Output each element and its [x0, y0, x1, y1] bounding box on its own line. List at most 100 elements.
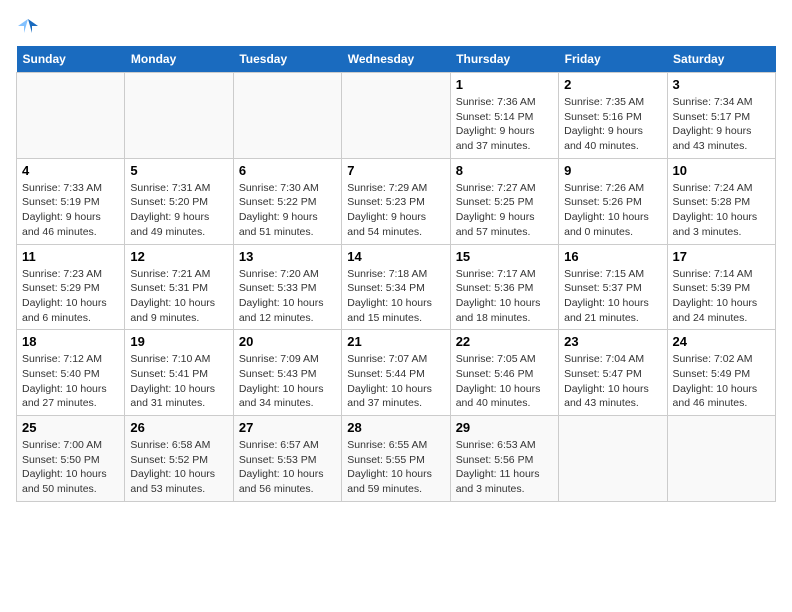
day-number: 3 [673, 77, 770, 92]
day-header-wednesday: Wednesday [342, 46, 450, 73]
page-header [16, 16, 776, 36]
calendar-cell: 24 Sunrise: 7:02 AMSunset: 5:49 PMDayligh… [667, 330, 775, 416]
day-info: Sunrise: 7:07 AMSunset: 5:44 PMDaylight:… [347, 352, 444, 411]
day-header-monday: Monday [125, 46, 233, 73]
day-number: 26 [130, 420, 227, 435]
day-info: Sunrise: 7:00 AMSunset: 5:50 PMDaylight:… [22, 438, 119, 497]
day-number: 13 [239, 249, 336, 264]
calendar-cell: 16 Sunrise: 7:15 AMSunset: 5:37 PMDayligh… [559, 244, 667, 330]
calendar-cell [125, 73, 233, 159]
day-number: 23 [564, 334, 661, 349]
calendar-table: SundayMondayTuesdayWednesdayThursdayFrid… [16, 46, 776, 502]
day-number: 24 [673, 334, 770, 349]
day-info: Sunrise: 7:14 AMSunset: 5:39 PMDaylight:… [673, 267, 770, 326]
day-info: Sunrise: 7:33 AMSunset: 5:19 PMDaylight:… [22, 181, 119, 240]
day-info: Sunrise: 6:53 AMSunset: 5:56 PMDaylight:… [456, 438, 553, 497]
day-info: Sunrise: 7:15 AMSunset: 5:37 PMDaylight:… [564, 267, 661, 326]
day-info: Sunrise: 7:36 AMSunset: 5:14 PMDaylight:… [456, 95, 553, 154]
day-info: Sunrise: 7:34 AMSunset: 5:17 PMDaylight:… [673, 95, 770, 154]
day-info: Sunrise: 7:29 AMSunset: 5:23 PMDaylight:… [347, 181, 444, 240]
day-info: Sunrise: 7:02 AMSunset: 5:49 PMDaylight:… [673, 352, 770, 411]
day-info: Sunrise: 7:09 AMSunset: 5:43 PMDaylight:… [239, 352, 336, 411]
day-number: 1 [456, 77, 553, 92]
calendar-week-row: 4 Sunrise: 7:33 AMSunset: 5:19 PMDaylight… [17, 158, 776, 244]
day-header-friday: Friday [559, 46, 667, 73]
day-number: 28 [347, 420, 444, 435]
calendar-cell: 28Sunrise: 6:55 AMSunset: 5:55 PMDayligh… [342, 416, 450, 502]
day-number: 10 [673, 163, 770, 178]
calendar-cell: 14Sunrise: 7:18 AMSunset: 5:34 PMDayligh… [342, 244, 450, 330]
day-info: Sunrise: 6:57 AMSunset: 5:53 PMDaylight:… [239, 438, 336, 497]
calendar-header-row: SundayMondayTuesdayWednesdayThursdayFrid… [17, 46, 776, 73]
calendar-week-row: 25 Sunrise: 7:00 AMSunset: 5:50 PMDayligh… [17, 416, 776, 502]
calendar-cell: 18 Sunrise: 7:12 AMSunset: 5:40 PMDayligh… [17, 330, 125, 416]
day-info: Sunrise: 7:21 AMSunset: 5:31 PMDaylight:… [130, 267, 227, 326]
calendar-cell: 7 Sunrise: 7:29 AMSunset: 5:23 PMDaylight… [342, 158, 450, 244]
calendar-cell: 20Sunrise: 7:09 AMSunset: 5:43 PMDayligh… [233, 330, 341, 416]
calendar-week-row: 18 Sunrise: 7:12 AMSunset: 5:40 PMDayligh… [17, 330, 776, 416]
day-info: Sunrise: 7:04 AMSunset: 5:47 PMDaylight:… [564, 352, 661, 411]
day-header-sunday: Sunday [17, 46, 125, 73]
day-number: 14 [347, 249, 444, 264]
calendar-cell: 4 Sunrise: 7:33 AMSunset: 5:19 PMDaylight… [17, 158, 125, 244]
calendar-cell: 23 Sunrise: 7:04 AMSunset: 5:47 PMDayligh… [559, 330, 667, 416]
day-header-tuesday: Tuesday [233, 46, 341, 73]
day-info: Sunrise: 7:12 AMSunset: 5:40 PMDaylight:… [22, 352, 119, 411]
calendar-cell: 13 Sunrise: 7:20 AMSunset: 5:33 PMDayligh… [233, 244, 341, 330]
day-info: Sunrise: 7:17 AMSunset: 5:36 PMDaylight:… [456, 267, 553, 326]
day-number: 5 [130, 163, 227, 178]
calendar-cell: 21 Sunrise: 7:07 AMSunset: 5:44 PMDayligh… [342, 330, 450, 416]
day-info: Sunrise: 6:58 AMSunset: 5:52 PMDaylight:… [130, 438, 227, 497]
day-number: 16 [564, 249, 661, 264]
calendar-cell: 17 Sunrise: 7:14 AMSunset: 5:39 PMDayligh… [667, 244, 775, 330]
calendar-cell: 22 Sunrise: 7:05 AMSunset: 5:46 PMDayligh… [450, 330, 558, 416]
calendar-cell: 29 Sunrise: 6:53 AMSunset: 5:56 PMDayligh… [450, 416, 558, 502]
day-number: 27 [239, 420, 336, 435]
day-number: 18 [22, 334, 119, 349]
day-info: Sunrise: 7:24 AMSunset: 5:28 PMDaylight:… [673, 181, 770, 240]
calendar-cell: 15 Sunrise: 7:17 AMSunset: 5:36 PMDayligh… [450, 244, 558, 330]
calendar-cell [17, 73, 125, 159]
day-number: 15 [456, 249, 553, 264]
calendar-cell: 6Sunrise: 7:30 AMSunset: 5:22 PMDaylight… [233, 158, 341, 244]
day-number: 17 [673, 249, 770, 264]
calendar-cell: 1 Sunrise: 7:36 AMSunset: 5:14 PMDaylight… [450, 73, 558, 159]
day-number: 8 [456, 163, 553, 178]
calendar-cell [559, 416, 667, 502]
day-number: 22 [456, 334, 553, 349]
calendar-cell: 27 Sunrise: 6:57 AMSunset: 5:53 PMDayligh… [233, 416, 341, 502]
calendar-cell: 19 Sunrise: 7:10 AMSunset: 5:41 PMDayligh… [125, 330, 233, 416]
calendar-cell: 26 Sunrise: 6:58 AMSunset: 5:52 PMDayligh… [125, 416, 233, 502]
calendar-cell: 12 Sunrise: 7:21 AMSunset: 5:31 PMDayligh… [125, 244, 233, 330]
logo [16, 16, 38, 36]
day-number: 2 [564, 77, 661, 92]
day-info: Sunrise: 7:31 AMSunset: 5:20 PMDaylight:… [130, 181, 227, 240]
calendar-cell [342, 73, 450, 159]
day-number: 29 [456, 420, 553, 435]
day-number: 12 [130, 249, 227, 264]
day-number: 4 [22, 163, 119, 178]
day-header-saturday: Saturday [667, 46, 775, 73]
calendar-cell: 5 Sunrise: 7:31 AMSunset: 5:20 PMDaylight… [125, 158, 233, 244]
day-number: 21 [347, 334, 444, 349]
calendar-week-row: 11Sunrise: 7:23 AMSunset: 5:29 PMDayligh… [17, 244, 776, 330]
calendar-cell: 10 Sunrise: 7:24 AMSunset: 5:28 PMDayligh… [667, 158, 775, 244]
day-info: Sunrise: 7:26 AMSunset: 5:26 PMDaylight:… [564, 181, 661, 240]
day-info: Sunrise: 7:20 AMSunset: 5:33 PMDaylight:… [239, 267, 336, 326]
day-number: 25 [22, 420, 119, 435]
day-number: 7 [347, 163, 444, 178]
day-number: 6 [239, 163, 336, 178]
day-info: Sunrise: 7:10 AMSunset: 5:41 PMDaylight:… [130, 352, 227, 411]
day-number: 9 [564, 163, 661, 178]
day-info: Sunrise: 7:05 AMSunset: 5:46 PMDaylight:… [456, 352, 553, 411]
calendar-cell [667, 416, 775, 502]
calendar-cell: 9 Sunrise: 7:26 AMSunset: 5:26 PMDaylight… [559, 158, 667, 244]
logo-bird-icon [18, 16, 38, 36]
calendar-cell: 3 Sunrise: 7:34 AMSunset: 5:17 PMDaylight… [667, 73, 775, 159]
day-info: Sunrise: 7:23 AMSunset: 5:29 PMDaylight:… [22, 267, 119, 326]
calendar-cell: 8 Sunrise: 7:27 AMSunset: 5:25 PMDaylight… [450, 158, 558, 244]
calendar-week-row: 1 Sunrise: 7:36 AMSunset: 5:14 PMDaylight… [17, 73, 776, 159]
day-info: Sunrise: 7:27 AMSunset: 5:25 PMDaylight:… [456, 181, 553, 240]
day-number: 19 [130, 334, 227, 349]
calendar-cell: 11Sunrise: 7:23 AMSunset: 5:29 PMDayligh… [17, 244, 125, 330]
